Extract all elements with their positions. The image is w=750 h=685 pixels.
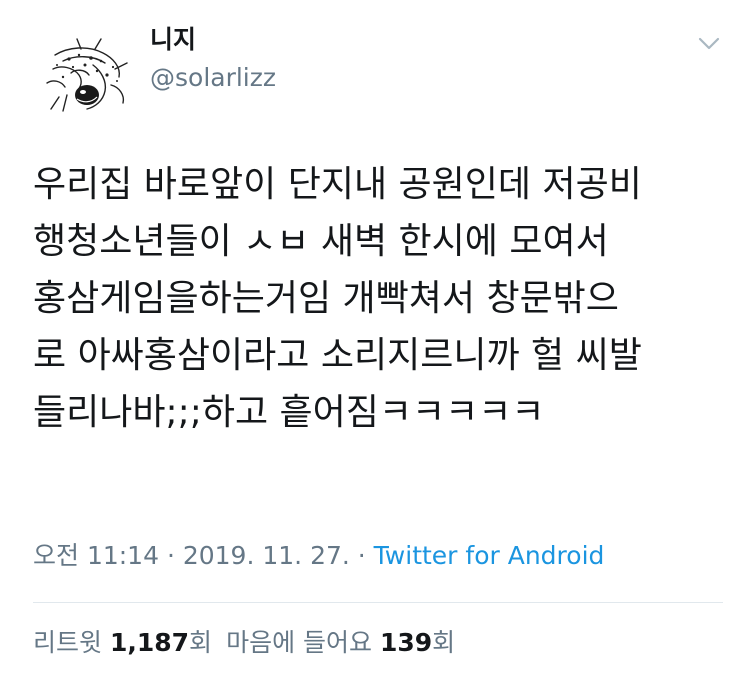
likes-stat[interactable]: 마음에 들어요 139회 bbox=[226, 628, 455, 657]
tweet-text-line: 행청소년들이 ㅅㅂ 새벽 한시에 모여서 bbox=[33, 221, 609, 262]
author-handle[interactable]: @solarlizz bbox=[150, 62, 276, 94]
tweet-text-line: 우리집 바로앞이 단지내 공원인데 저공비 bbox=[33, 164, 642, 205]
retweets-count: 1,187 bbox=[109, 628, 190, 657]
tweet-text-line: 들리나바;;;하고 흩어짐ㅋㅋㅋㅋㅋ bbox=[33, 392, 545, 433]
retweets-label: 리트윗 bbox=[33, 628, 103, 657]
likes-count: 139 bbox=[379, 628, 433, 657]
tweet-stats: 리트윗 1,187회 마음에 들어요 139회 bbox=[33, 625, 455, 661]
tweet-date: 2019. 11. 27. bbox=[182, 541, 350, 570]
tweet-source-link[interactable]: Twitter for Android bbox=[374, 541, 605, 570]
divider bbox=[33, 602, 723, 603]
meta-separator: · bbox=[159, 541, 183, 570]
avatar[interactable] bbox=[33, 25, 139, 131]
tweet-time: 오전 11:14 bbox=[33, 541, 159, 570]
likes-unit: 회 bbox=[432, 628, 456, 657]
meta-separator: · bbox=[349, 541, 374, 570]
likes-label: 마음에 들어요 bbox=[226, 628, 373, 657]
tweet-card: 니지 @solarlizz 우리집 바로앞이 단지내 공원인데 저공비 행청소년… bbox=[0, 0, 750, 685]
tweet-text: 우리집 바로앞이 단지내 공원인데 저공비 행청소년들이 ㅅㅂ 새벽 한시에 모… bbox=[33, 156, 723, 441]
avatar-doodle-image bbox=[33, 25, 139, 131]
retweets-unit: 회 bbox=[189, 628, 213, 657]
tweet-meta: 오전 11:14 · 2019. 11. 27. · Twitter for A… bbox=[33, 538, 604, 574]
tweet-text-line: 로 아싸홍삼이라고 소리지르니까 헐 씨발 bbox=[33, 335, 642, 376]
author-display-name[interactable]: 니지 bbox=[150, 24, 196, 56]
chevron-down-icon[interactable] bbox=[694, 28, 724, 58]
retweets-stat[interactable]: 리트윗 1,187회 bbox=[33, 628, 212, 657]
tweet-text-line: 홍삼게임을하는거임 개빡쳐서 창문밖으 bbox=[33, 278, 619, 319]
